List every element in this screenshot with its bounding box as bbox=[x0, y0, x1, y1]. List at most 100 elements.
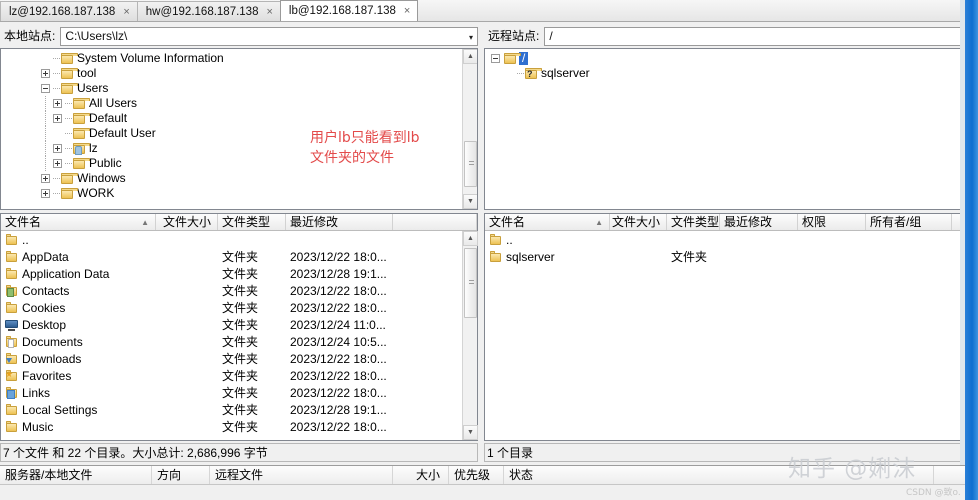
transfer-queue-pane: 服务器/本地文件 方向 远程文件 大小 优先级 状态 bbox=[0, 465, 978, 500]
tab-hw[interactable]: hw@192.168.187.138 × bbox=[136, 1, 281, 21]
local-list-scrollbar[interactable]: ▲ ▼ bbox=[462, 231, 478, 440]
close-icon[interactable]: × bbox=[121, 6, 129, 18]
table-row[interactable]: .. bbox=[485, 231, 973, 248]
expand-icon[interactable] bbox=[41, 69, 50, 78]
cell-modified: 2023/12/22 18:0... bbox=[290, 283, 387, 298]
cell-filename: Contacts bbox=[1, 284, 156, 298]
tab-lb[interactable]: lb@192.168.187.138 × bbox=[279, 0, 419, 21]
column-header-modified[interactable]: 最近修改 bbox=[286, 214, 393, 230]
table-row[interactable]: Cookies 文件夹 2023/12/22 18:0... bbox=[1, 299, 477, 316]
local-file-list[interactable]: 文件名 ▲ 文件大小 文件类型 最近修改 .. AppData 文件夹 2023/12/… bbox=[0, 213, 478, 441]
table-row[interactable]: Application Data 文件夹 2023/12/28 19:1... bbox=[1, 265, 477, 282]
remote-list-body[interactable]: .. sqlserver 文件夹 bbox=[485, 231, 973, 265]
close-icon[interactable]: × bbox=[402, 5, 410, 17]
folder-icon bbox=[5, 233, 18, 246]
table-row[interactable]: Contacts 文件夹 2023/12/22 18:0... bbox=[1, 282, 477, 299]
cell-filename: .. bbox=[1, 233, 156, 247]
tree-connector bbox=[53, 81, 60, 96]
user-folder-icon bbox=[72, 142, 90, 155]
tree-item[interactable]: tool bbox=[41, 66, 477, 81]
table-row[interactable]: Music 文件夹 2023/12/22 18:0... bbox=[1, 418, 477, 435]
tree-item[interactable]: / bbox=[491, 51, 973, 66]
column-header-direction[interactable]: 方向 bbox=[152, 466, 210, 484]
remote-file-list[interactable]: 文件名 ▲ 文件大小 文件类型 最近修改 权限 所有者/组 .. sqlserver… bbox=[484, 213, 974, 441]
column-header-filename[interactable]: 文件名 ▲ bbox=[485, 214, 610, 230]
table-row[interactable]: Downloads 文件夹 2023/12/22 18:0... bbox=[1, 350, 477, 367]
scroll-up-icon[interactable]: ▲ bbox=[463, 49, 477, 64]
column-header-filesize[interactable]: 文件大小 bbox=[156, 214, 218, 230]
tree-item[interactable]: Users bbox=[41, 81, 477, 96]
column-header-modified[interactable]: 最近修改 bbox=[720, 214, 798, 230]
tree-item[interactable]: Windows bbox=[41, 171, 477, 186]
column-header-filetype[interactable]: 文件类型 bbox=[218, 214, 286, 230]
cell-filename: Local Settings bbox=[1, 403, 156, 417]
folder-icon bbox=[5, 420, 18, 433]
expand-icon[interactable] bbox=[53, 114, 62, 123]
tree-item[interactable]: All Users bbox=[41, 96, 477, 111]
cell-filetype: 文件夹 bbox=[222, 250, 259, 264]
column-header-filesize[interactable]: 文件大小 bbox=[610, 214, 667, 230]
folder-icon bbox=[72, 127, 90, 140]
tree-item[interactable]: sqlserver bbox=[491, 66, 973, 81]
expand-icon[interactable] bbox=[41, 174, 50, 183]
remote-list-header: 文件名 ▲ 文件大小 文件类型 最近修改 权限 所有者/组 bbox=[485, 214, 973, 231]
chevron-down-icon[interactable]: ▾ bbox=[469, 28, 473, 47]
tree-guide bbox=[41, 156, 50, 171]
scroll-down-icon[interactable]: ▼ bbox=[463, 194, 477, 209]
collapse-icon[interactable] bbox=[491, 54, 500, 63]
remote-path-input[interactable]: / ▾ bbox=[544, 26, 978, 46]
cell-filetype: 文件夹 bbox=[222, 284, 259, 298]
tree-item-label: System Volume Information bbox=[77, 51, 224, 65]
table-row[interactable]: Documents 文件夹 2023/12/24 10:5... bbox=[1, 333, 477, 350]
column-header-server-local-file[interactable]: 服务器/本地文件 bbox=[0, 466, 152, 484]
desktop-icon bbox=[5, 319, 18, 331]
column-header-filetype[interactable]: 文件类型 bbox=[667, 214, 720, 230]
queue-body[interactable] bbox=[0, 485, 978, 500]
tree-item[interactable]: System Volume Information bbox=[41, 51, 477, 66]
table-row[interactable]: AppData 文件夹 2023/12/22 18:0... bbox=[1, 248, 477, 265]
close-icon[interactable]: × bbox=[264, 6, 272, 18]
tree-item[interactable]: WORK bbox=[41, 186, 477, 201]
filename-text: Desktop bbox=[22, 317, 67, 332]
column-header-priority[interactable]: 优先级 bbox=[449, 466, 504, 484]
expand-icon[interactable] bbox=[53, 144, 62, 153]
collapse-icon[interactable] bbox=[41, 84, 50, 93]
table-row[interactable]: Desktop 文件夹 2023/12/24 11:0... bbox=[1, 316, 477, 333]
table-row[interactable]: sqlserver 文件夹 bbox=[485, 248, 973, 265]
table-row[interactable]: Local Settings 文件夹 2023/12/28 19:1... bbox=[1, 401, 477, 418]
expand-icon[interactable] bbox=[53, 159, 62, 168]
remote-directory-tree[interactable]: /sqlserver bbox=[484, 48, 974, 210]
column-header-remote-file[interactable]: 远程文件 bbox=[210, 466, 393, 484]
cell-filename: Cookies bbox=[1, 301, 156, 315]
tree-item[interactable]: Default bbox=[41, 111, 477, 126]
column-header-filename[interactable]: 文件名 ▲ bbox=[1, 214, 156, 230]
csdn-watermark: CSDN @致o. bbox=[906, 488, 961, 498]
scroll-up-icon[interactable]: ▲ bbox=[463, 231, 478, 246]
local-path-input[interactable]: C:\Users\lz\ ▾ bbox=[60, 26, 478, 47]
local-path-value: C:\Users\lz\ bbox=[65, 29, 128, 43]
expand-icon[interactable] bbox=[53, 99, 62, 108]
table-row[interactable]: Favorites 文件夹 2023/12/22 18:0... bbox=[1, 367, 477, 384]
local-list-body[interactable]: .. AppData 文件夹 2023/12/22 18:0... Applicatio… bbox=[1, 231, 477, 435]
tab-lz[interactable]: lz@192.168.187.138 × bbox=[0, 1, 138, 21]
scroll-down-icon[interactable]: ▼ bbox=[463, 425, 478, 440]
column-header-permissions[interactable]: 权限 bbox=[798, 214, 866, 230]
column-header-size[interactable]: 大小 bbox=[393, 466, 449, 484]
cell-modified: 2023/12/28 19:1... bbox=[290, 402, 387, 417]
cell-modified: 2023/12/24 10:5... bbox=[290, 334, 387, 349]
tab-bar: lz@192.168.187.138 × hw@192.168.187.138 … bbox=[0, 0, 978, 22]
scrollbar-thumb[interactable] bbox=[464, 248, 477, 318]
annotation-line-1: 用户lb只能看到lb bbox=[310, 130, 420, 146]
filename-text: Local Settings bbox=[22, 402, 98, 417]
expand-icon[interactable] bbox=[41, 189, 50, 198]
tree-guide bbox=[41, 141, 50, 156]
table-row[interactable]: Links 文件夹 2023/12/22 18:0... bbox=[1, 384, 477, 401]
column-header-owner-group[interactable]: 所有者/组 bbox=[866, 214, 952, 230]
window-right-border bbox=[965, 0, 978, 500]
filename-text: Links bbox=[22, 385, 51, 400]
column-header-status[interactable]: 状态 bbox=[504, 466, 934, 484]
local-site-label: 本地站点: bbox=[0, 26, 61, 46]
table-row[interactable]: .. bbox=[1, 231, 477, 248]
